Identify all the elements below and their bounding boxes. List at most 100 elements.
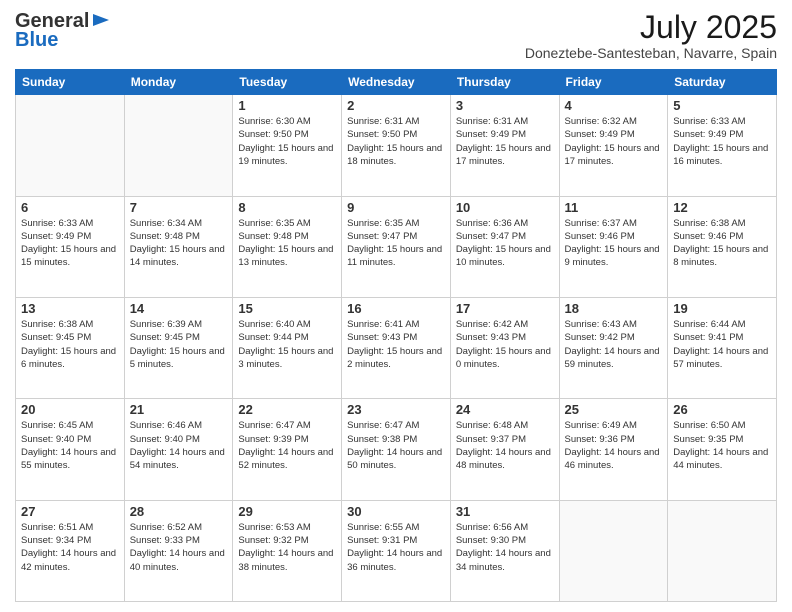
cell-info: Sunrise: 6:47 AM Sunset: 9:38 PM Dayligh… <box>347 419 445 472</box>
day-number: 13 <box>21 301 119 316</box>
cell-info: Sunrise: 6:47 AM Sunset: 9:39 PM Dayligh… <box>238 419 336 472</box>
cell-info: Sunrise: 6:35 AM Sunset: 9:47 PM Dayligh… <box>347 217 445 270</box>
location: Doneztebe-Santesteban, Navarre, Spain <box>525 45 777 61</box>
cell-info: Sunrise: 6:39 AM Sunset: 9:45 PM Dayligh… <box>130 318 228 371</box>
calendar-cell: 24 Sunrise: 6:48 AM Sunset: 9:37 PM Dayli… <box>450 399 559 500</box>
day-number: 5 <box>673 98 771 113</box>
weekday-header-saturday: Saturday <box>668 70 777 95</box>
calendar-cell: 23 Sunrise: 6:47 AM Sunset: 9:38 PM Dayli… <box>342 399 451 500</box>
month-year: July 2025 <box>525 10 777 45</box>
cell-info: Sunrise: 6:38 AM Sunset: 9:46 PM Dayligh… <box>673 217 771 270</box>
day-number: 18 <box>565 301 663 316</box>
day-number: 2 <box>347 98 445 113</box>
calendar-body: 1 Sunrise: 6:30 AM Sunset: 9:50 PM Daylig… <box>16 95 777 602</box>
cell-info: Sunrise: 6:41 AM Sunset: 9:43 PM Dayligh… <box>347 318 445 371</box>
cell-info: Sunrise: 6:38 AM Sunset: 9:45 PM Dayligh… <box>21 318 119 371</box>
logo-blue-text: Blue <box>15 29 58 52</box>
cell-info: Sunrise: 6:33 AM Sunset: 9:49 PM Dayligh… <box>673 115 771 168</box>
cell-info: Sunrise: 6:48 AM Sunset: 9:37 PM Dayligh… <box>456 419 554 472</box>
weekday-header-monday: Monday <box>124 70 233 95</box>
calendar-cell: 3 Sunrise: 6:31 AM Sunset: 9:49 PM Daylig… <box>450 95 559 196</box>
cell-info: Sunrise: 6:42 AM Sunset: 9:43 PM Dayligh… <box>456 318 554 371</box>
day-number: 9 <box>347 200 445 215</box>
day-number: 26 <box>673 402 771 417</box>
day-number: 20 <box>21 402 119 417</box>
header: General Blue July 2025 Doneztebe-Santest… <box>15 10 777 61</box>
weekday-header-wednesday: Wednesday <box>342 70 451 95</box>
cell-info: Sunrise: 6:31 AM Sunset: 9:49 PM Dayligh… <box>456 115 554 168</box>
day-number: 14 <box>130 301 228 316</box>
cell-info: Sunrise: 6:30 AM Sunset: 9:50 PM Dayligh… <box>238 115 336 168</box>
logo-flag-icon <box>91 12 111 32</box>
day-number: 7 <box>130 200 228 215</box>
day-number: 27 <box>21 504 119 519</box>
cell-info: Sunrise: 6:50 AM Sunset: 9:35 PM Dayligh… <box>673 419 771 472</box>
cell-info: Sunrise: 6:56 AM Sunset: 9:30 PM Dayligh… <box>456 521 554 574</box>
calendar-cell: 7 Sunrise: 6:34 AM Sunset: 9:48 PM Daylig… <box>124 196 233 297</box>
day-number: 21 <box>130 402 228 417</box>
day-number: 28 <box>130 504 228 519</box>
day-number: 3 <box>456 98 554 113</box>
calendar-cell <box>559 500 668 601</box>
calendar-cell: 20Sunrise: 6:45 AM Sunset: 9:40 PM Dayli… <box>16 399 125 500</box>
calendar-week-4: 27 Sunrise: 6:51 AM Sunset: 9:34 PM Dayli… <box>16 500 777 601</box>
cell-info: Sunrise: 6:46 AM Sunset: 9:40 PM Dayligh… <box>130 419 228 472</box>
weekday-header-thursday: Thursday <box>450 70 559 95</box>
calendar-cell: 28 Sunrise: 6:52 AM Sunset: 9:33 PM Dayli… <box>124 500 233 601</box>
calendar-cell: 8 Sunrise: 6:35 AM Sunset: 9:48 PM Daylig… <box>233 196 342 297</box>
calendar-week-1: 6Sunrise: 6:33 AM Sunset: 9:49 PM Daylig… <box>16 196 777 297</box>
calendar-cell: 26 Sunrise: 6:50 AM Sunset: 9:35 PM Dayli… <box>668 399 777 500</box>
calendar-cell: 5 Sunrise: 6:33 AM Sunset: 9:49 PM Daylig… <box>668 95 777 196</box>
calendar-cell: 4Sunrise: 6:32 AM Sunset: 9:49 PM Daylig… <box>559 95 668 196</box>
calendar-cell <box>124 95 233 196</box>
cell-info: Sunrise: 6:37 AM Sunset: 9:46 PM Dayligh… <box>565 217 663 270</box>
calendar-cell: 11 Sunrise: 6:37 AM Sunset: 9:46 PM Dayli… <box>559 196 668 297</box>
weekday-header-tuesday: Tuesday <box>233 70 342 95</box>
calendar-header-row: SundayMondayTuesdayWednesdayThursdayFrid… <box>16 70 777 95</box>
calendar-cell: 15Sunrise: 6:40 AM Sunset: 9:44 PM Dayli… <box>233 297 342 398</box>
calendar-cell: 10 Sunrise: 6:36 AM Sunset: 9:47 PM Dayli… <box>450 196 559 297</box>
day-number: 8 <box>238 200 336 215</box>
cell-info: Sunrise: 6:55 AM Sunset: 9:31 PM Dayligh… <box>347 521 445 574</box>
calendar-week-2: 13 Sunrise: 6:38 AM Sunset: 9:45 PM Dayli… <box>16 297 777 398</box>
calendar-cell: 18 Sunrise: 6:43 AM Sunset: 9:42 PM Dayli… <box>559 297 668 398</box>
calendar-cell: 14 Sunrise: 6:39 AM Sunset: 9:45 PM Dayli… <box>124 297 233 398</box>
cell-info: Sunrise: 6:34 AM Sunset: 9:48 PM Dayligh… <box>130 217 228 270</box>
day-number: 31 <box>456 504 554 519</box>
logo: General Blue <box>15 10 111 52</box>
day-number: 25 <box>565 402 663 417</box>
calendar-cell: 12Sunrise: 6:38 AM Sunset: 9:46 PM Dayli… <box>668 196 777 297</box>
calendar-cell: 27 Sunrise: 6:51 AM Sunset: 9:34 PM Dayli… <box>16 500 125 601</box>
day-number: 29 <box>238 504 336 519</box>
cell-info: Sunrise: 6:49 AM Sunset: 9:36 PM Dayligh… <box>565 419 663 472</box>
cell-info: Sunrise: 6:44 AM Sunset: 9:41 PM Dayligh… <box>673 318 771 371</box>
calendar-cell <box>668 500 777 601</box>
calendar-cell: 21 Sunrise: 6:46 AM Sunset: 9:40 PM Dayli… <box>124 399 233 500</box>
day-number: 30 <box>347 504 445 519</box>
calendar-table: SundayMondayTuesdayWednesdayThursdayFrid… <box>15 69 777 602</box>
weekday-header-friday: Friday <box>559 70 668 95</box>
day-number: 22 <box>238 402 336 417</box>
day-number: 24 <box>456 402 554 417</box>
day-number: 23 <box>347 402 445 417</box>
calendar-cell: 9 Sunrise: 6:35 AM Sunset: 9:47 PM Daylig… <box>342 196 451 297</box>
cell-info: Sunrise: 6:43 AM Sunset: 9:42 PM Dayligh… <box>565 318 663 371</box>
calendar-cell: 31 Sunrise: 6:56 AM Sunset: 9:30 PM Dayli… <box>450 500 559 601</box>
calendar-cell: 30 Sunrise: 6:55 AM Sunset: 9:31 PM Dayli… <box>342 500 451 601</box>
title-section: July 2025 Doneztebe-Santesteban, Navarre… <box>525 10 777 61</box>
calendar-cell: 25 Sunrise: 6:49 AM Sunset: 9:36 PM Dayli… <box>559 399 668 500</box>
cell-info: Sunrise: 6:33 AM Sunset: 9:49 PM Dayligh… <box>21 217 119 270</box>
calendar-week-0: 1 Sunrise: 6:30 AM Sunset: 9:50 PM Daylig… <box>16 95 777 196</box>
cell-info: Sunrise: 6:52 AM Sunset: 9:33 PM Dayligh… <box>130 521 228 574</box>
cell-info: Sunrise: 6:51 AM Sunset: 9:34 PM Dayligh… <box>21 521 119 574</box>
cell-info: Sunrise: 6:36 AM Sunset: 9:47 PM Dayligh… <box>456 217 554 270</box>
calendar-cell: 6Sunrise: 6:33 AM Sunset: 9:49 PM Daylig… <box>16 196 125 297</box>
day-number: 10 <box>456 200 554 215</box>
day-number: 11 <box>565 200 663 215</box>
calendar-cell: 22 Sunrise: 6:47 AM Sunset: 9:39 PM Dayli… <box>233 399 342 500</box>
calendar-week-3: 20Sunrise: 6:45 AM Sunset: 9:40 PM Dayli… <box>16 399 777 500</box>
day-number: 17 <box>456 301 554 316</box>
cell-info: Sunrise: 6:35 AM Sunset: 9:48 PM Dayligh… <box>238 217 336 270</box>
cell-info: Sunrise: 6:31 AM Sunset: 9:50 PM Dayligh… <box>347 115 445 168</box>
day-number: 1 <box>238 98 336 113</box>
